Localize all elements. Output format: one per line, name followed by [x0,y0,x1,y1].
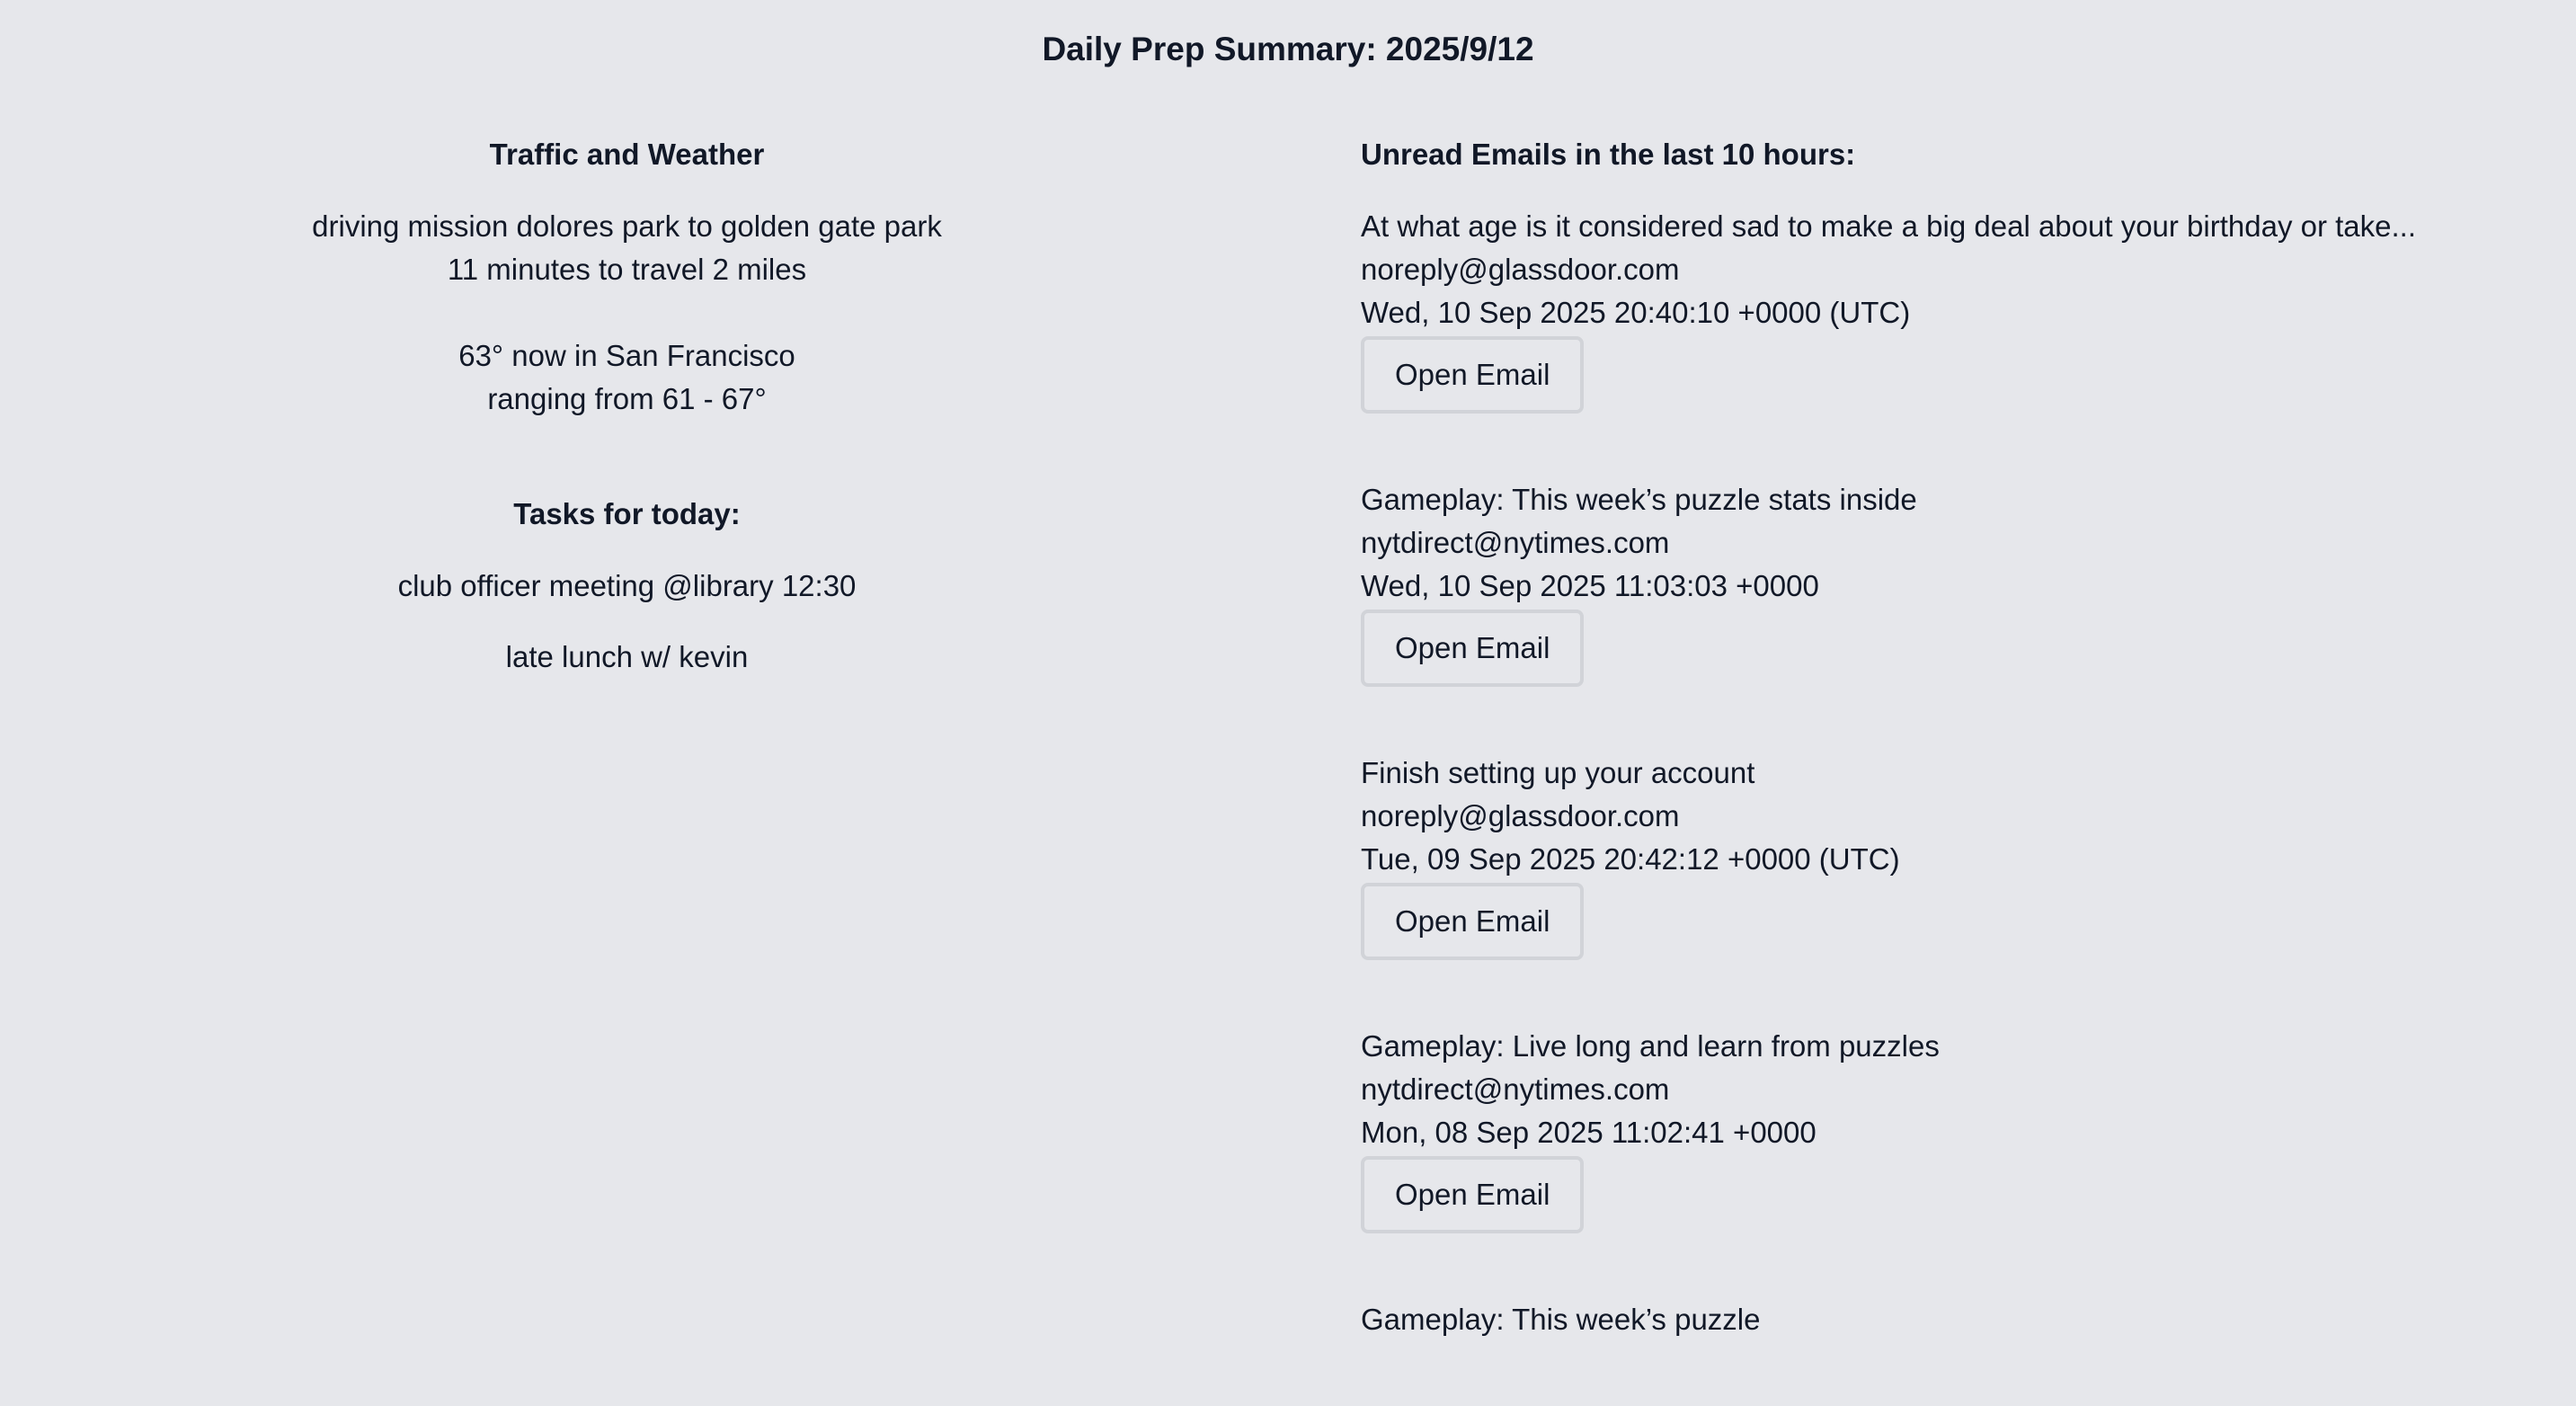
task-item: club officer meeting @library 12:30 [397,569,857,602]
email-sender: nytdirect@nytimes.com [1361,1072,1670,1106]
open-email-button[interactable]: Open Email [1361,336,1585,414]
email-subject: Gameplay: Live long and learn from puzzl… [1361,1029,1940,1063]
task-item: late lunch w/ kevin [505,640,749,673]
email-item: Finish setting up your account noreply@g… [1361,752,2556,960]
traffic-weather-heading: Traffic and Weather [489,138,765,171]
email-sender: nytdirect@nytimes.com [1361,526,1670,559]
current-temperature: 63° now in San Francisco [458,339,795,372]
traffic-info: driving mission dolores park to golden g… [162,205,1092,291]
unread-emails-heading: Unread Emails in the last 10 hours: [1361,138,1856,171]
email-date: Wed, 10 Sep 2025 20:40:10 +0000 (UTC) [1361,296,1911,329]
open-email-button[interactable]: Open Email [1361,883,1585,960]
route-text: driving mission dolores park to golden g… [312,209,942,243]
open-email-button[interactable]: Open Email [1361,610,1585,687]
email-subject: Finish setting up your account [1361,756,1755,789]
open-email-button[interactable]: Open Email [1361,1156,1585,1233]
email-item: Gameplay: This week’s puzzle stats insid… [1361,478,2556,687]
unread-emails-panel: Unread Emails in the last 10 hours: At w… [1361,133,2556,1406]
email-subject: At what age is it considered sad to make… [1361,209,2417,243]
traffic-weather-tasks-panel: Traffic and Weather driving mission dolo… [162,133,1092,679]
tasks-heading: Tasks for today: [513,497,741,530]
temperature-range: ranging from 61 - 67° [487,382,767,415]
email-date: Mon, 08 Sep 2025 11:02:41 +0000 [1361,1116,1817,1149]
travel-time-text: 11 minutes to travel 2 miles [447,253,807,286]
page-title: Daily Prep Summary: 2025/9/12 [1042,31,1534,67]
weather-info: 63° now in San Francisco ranging from 61… [162,334,1092,421]
email-list: At what age is it considered sad to make… [1361,205,2556,1341]
email-sender: noreply@glassdoor.com [1361,799,1680,832]
email-item: Gameplay: Live long and learn from puzzl… [1361,1025,2556,1233]
email-item: Gameplay: This week’s puzzle [1361,1298,2556,1341]
email-sender: noreply@glassdoor.com [1361,253,1680,286]
email-subject: Gameplay: This week’s puzzle [1361,1303,1761,1336]
email-date: Wed, 10 Sep 2025 11:03:03 +0000 [1361,569,1819,602]
email-subject: Gameplay: This week’s puzzle stats insid… [1361,483,1917,516]
email-item: At what age is it considered sad to make… [1361,205,2556,414]
email-date: Tue, 09 Sep 2025 20:42:12 +0000 (UTC) [1361,842,1900,876]
